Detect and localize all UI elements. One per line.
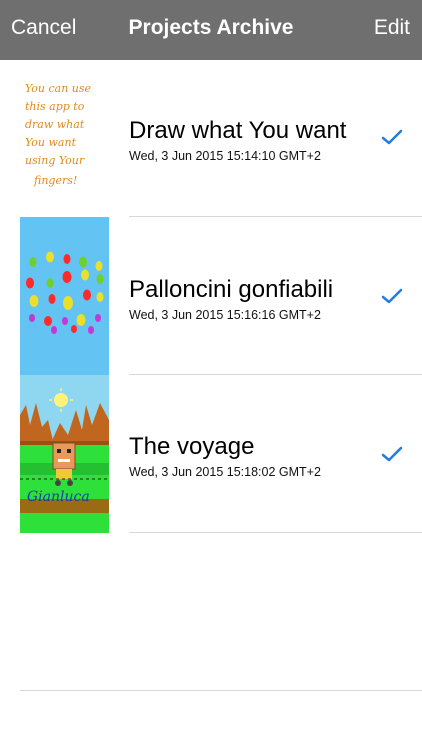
list-bottom-separator	[20, 690, 422, 691]
checkmark-icon	[381, 129, 403, 145]
project-thumbnail	[20, 217, 109, 375]
project-date: Wed, 3 Jun 2015 15:16:16 GMT+2	[129, 308, 321, 322]
thumbnail-handwriting-line: fingers!	[33, 174, 77, 187]
thumbnail-handwriting-line: this app to	[25, 100, 85, 113]
navigation-bar: Cancel Projects Archive Edit	[0, 0, 422, 60]
thumbnail-handwriting-line: You can use	[25, 82, 92, 95]
project-title: The voyage	[129, 433, 255, 460]
thumbnail-signature: Gianluca	[27, 489, 90, 505]
checkmark-icon	[381, 446, 403, 462]
row-separator	[129, 532, 422, 533]
edit-button[interactable]: Edit	[374, 16, 410, 40]
thumbnail-handwriting-line: draw what	[25, 118, 85, 131]
page-title: Projects Archive	[128, 16, 294, 39]
project-row[interactable]: You can use this app to draw what You wa…	[0, 60, 422, 218]
project-row[interactable]: Palloncini gonfiabili Wed, 3 Jun 2015 15…	[0, 217, 422, 375]
checkmark-icon	[381, 288, 403, 304]
project-date: Wed, 3 Jun 2015 15:14:10 GMT+2	[129, 149, 321, 163]
project-row[interactable]: Gianluca The voyage Wed, 3 Jun 2015 15:1…	[0, 375, 422, 533]
thumbnail-handwriting-line: using Your	[25, 154, 85, 167]
project-title: Draw what You want	[129, 117, 347, 144]
project-title: Palloncini gonfiabili	[129, 276, 334, 303]
project-date: Wed, 3 Jun 2015 15:18:02 GMT+2	[129, 465, 321, 479]
thumbnail-handwriting-line: You want	[25, 136, 77, 149]
project-thumbnail: Gianluca	[20, 375, 109, 533]
project-thumbnail: You can use this app to draw what You wa…	[20, 60, 109, 218]
